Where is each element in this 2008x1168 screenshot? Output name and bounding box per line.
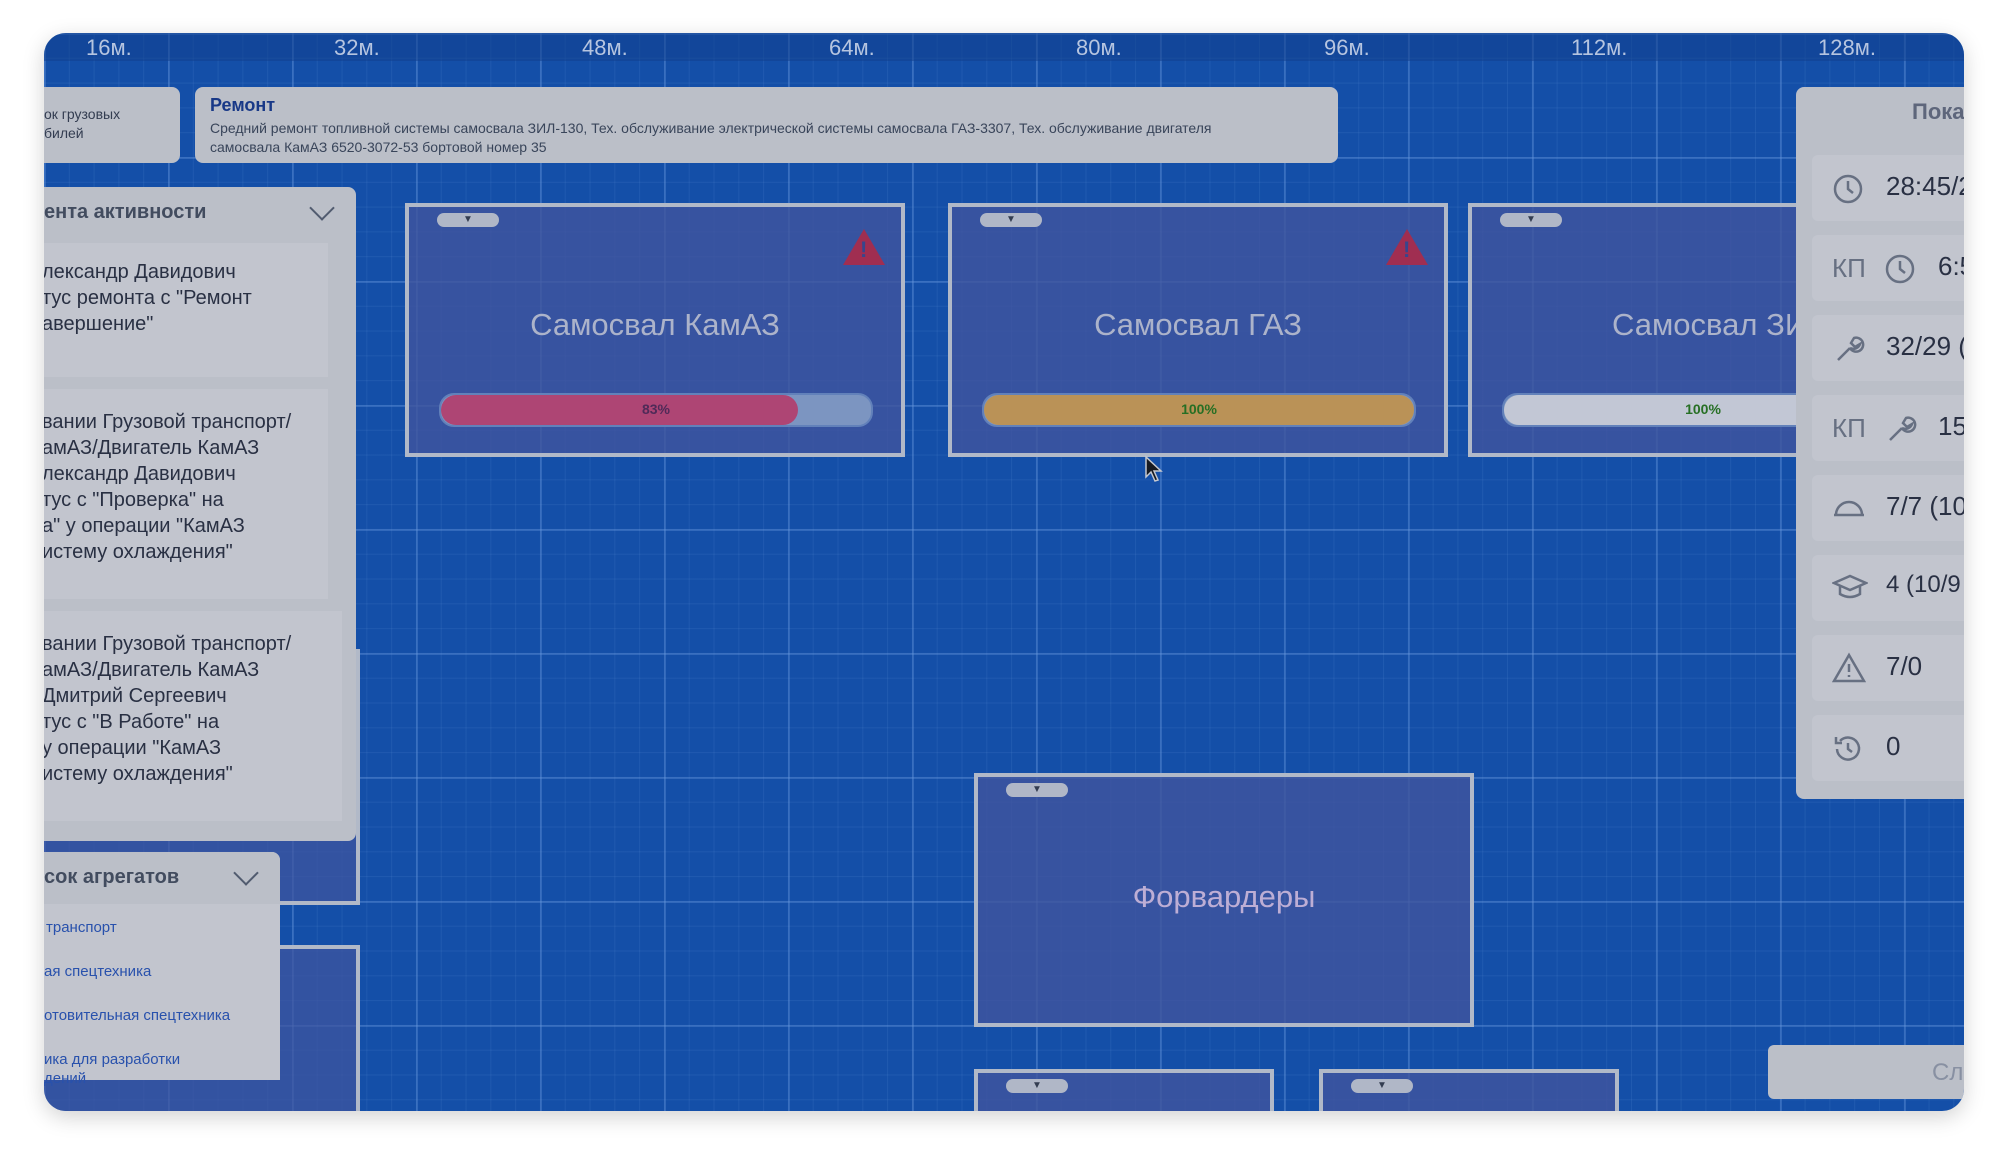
progress-bar: 83% [439,393,873,427]
next-button[interactable]: Сл [1768,1045,1964,1099]
repair-notice: Ремонт Средний ремонт топливной системы … [195,87,1338,163]
stat-row-kp-time: КП 6:5 [1812,235,1964,301]
collapse-toggle[interactable]: ▼ [1500,213,1562,227]
category-card-line: ок грузовых [44,106,121,122]
machine-card-kamaz[interactable]: ▼ Самосвал КамАЗ 83% [405,203,905,457]
graduation-cap-icon [1832,574,1868,599]
stat-row-repairs: 32/29 ( [1812,315,1964,381]
progress-label: 100% [1181,401,1217,417]
wrench-icon [1837,336,1865,361]
mouse-cursor [1145,455,1163,482]
activity-feed-header[interactable]: ента активности [44,187,356,239]
category-card-line: билей [44,125,84,141]
machine-card-gaz[interactable]: ▼ Самосвал ГАЗ 100% [948,203,1448,457]
aggregates-list: транспорт ая спецтехника отовительная сп… [44,904,280,1087]
aggregate-item[interactable]: ая спецтехника [44,962,151,981]
progress-bar: 100% [982,393,1416,427]
ruler-tick: 48м. [582,35,628,60]
collapse-toggle[interactable]: ▼ [1006,1079,1068,1093]
repair-notice-title: Ремонт [210,95,276,115]
stat-value: 32/29 ( [1886,331,1964,361]
warning-icon [1386,229,1428,265]
ruler-tick: 32м. [334,35,380,60]
warning-icon [1832,652,1866,683]
progress-label: 83% [641,401,671,417]
activity-feed-item-text: вании Грузовой транспорт/ амАЗ/Двигатель… [44,633,292,785]
activity-feed-item-text: вании Грузовой транспорт/ амАЗ/Двигатель… [44,411,292,563]
activity-feed-panel: ента активности лександр Давидович тус р… [44,187,356,841]
helmet-icon [1834,500,1864,517]
machine-card-partial[interactable]: ▼ [974,1069,1274,1111]
machine-card-title: Самосвал КамАЗ [530,307,780,342]
warning-icon [843,229,885,265]
aggregates-header[interactable]: сок агрегатов [44,852,280,904]
stat-row-warnings: 7/0 [1812,635,1964,701]
stat-value: 28:45/2 [1886,171,1964,201]
activity-feed-item-text: лександр Давидович тус ремонта с "Ремонт… [44,261,252,335]
machine-card-title: Форвардеры [1132,879,1316,914]
clock-icon [1833,174,1863,204]
clock-icon [1885,254,1915,284]
stat-value: 15, [1938,411,1964,441]
collapse-toggle[interactable]: ▼ [1351,1079,1413,1093]
stat-value: 7/0 [1886,651,1923,681]
stat-row-kp-repairs: КП 15, [1812,395,1964,461]
stat-value: 4 (10/9 [1886,571,1961,598]
category-card[interactable]: ок грузовых билей [44,87,180,163]
stat-value: 0 [1886,731,1901,761]
kp-label: КП [1832,253,1866,283]
repair-notice-text: Средний ремонт топливной системы самосва… [210,120,1212,155]
ruler-tick: 64м. [829,35,875,60]
ruler-tick: 16м. [86,35,132,60]
collapse-toggle[interactable]: ▼ [437,213,499,227]
aggregate-item[interactable]: ика для разработки дений [44,1050,180,1088]
activity-feed-title: ента активности [44,201,207,223]
stat-row-training: 4 (10/9 [1812,555,1964,621]
distance-ruler: 16м. 32м. 48м. 64м. 80м. 96м. 112м. 128м… [44,33,1964,61]
kp-label: КП [1832,413,1866,443]
stat-value: 7/7 (10 [1886,491,1964,521]
stats-panel: Пока 28:45/2 КП 6:5 32/29 ( КП 15, 7/7 (… [1796,87,1964,799]
history-icon [1834,736,1861,761]
ruler-tick: 80м. [1076,35,1122,60]
aggregate-item[interactable]: отовительная спецтехника [44,1006,230,1025]
workspace-canvas[interactable]: 16м. 32м. 48м. 64м. 80м. 96м. 112м. 128м… [44,33,1964,1111]
ruler-tick: 96м. [1324,35,1370,60]
machine-card-forwarders[interactable]: ▼ Форвардеры [974,773,1474,1027]
stat-value: 6:5 [1938,251,1964,281]
aggregate-item[interactable]: транспорт [46,918,117,937]
stats-panel-title: Пока [1912,99,1964,124]
stat-row-time: 28:45/2 [1812,155,1964,221]
chevron-down-icon[interactable] [309,195,335,221]
wrench-icon [1889,416,1917,441]
stat-row-history: 0 [1812,715,1964,781]
stat-row-workers: 7/7 (10 [1812,475,1964,541]
machine-card-partial[interactable]: ▼ [1319,1069,1619,1111]
ruler-tick: 112м. [1571,35,1628,60]
activity-feed-item[interactable]: вании Грузовой транспорт/ амАЗ/Двигатель… [44,611,342,821]
machine-card-title: Самосвал ГАЗ [1094,307,1302,342]
activity-feed-item[interactable]: лександр Давидович тус ремонта с "Ремонт… [44,243,328,377]
activity-feed-item[interactable]: вании Грузовой транспорт/ амАЗ/Двигатель… [44,389,328,599]
chevron-down-icon[interactable] [233,860,259,886]
collapse-toggle[interactable]: ▼ [980,213,1042,227]
aggregates-panel: сок агрегатов транспорт ая спецтехника о… [44,852,280,1087]
next-button-label: Сл [1932,1059,1964,1086]
ruler-tick: 128м. [1818,35,1876,60]
aggregates-title: сок агрегатов [44,866,180,888]
collapse-toggle[interactable]: ▼ [1006,783,1068,797]
